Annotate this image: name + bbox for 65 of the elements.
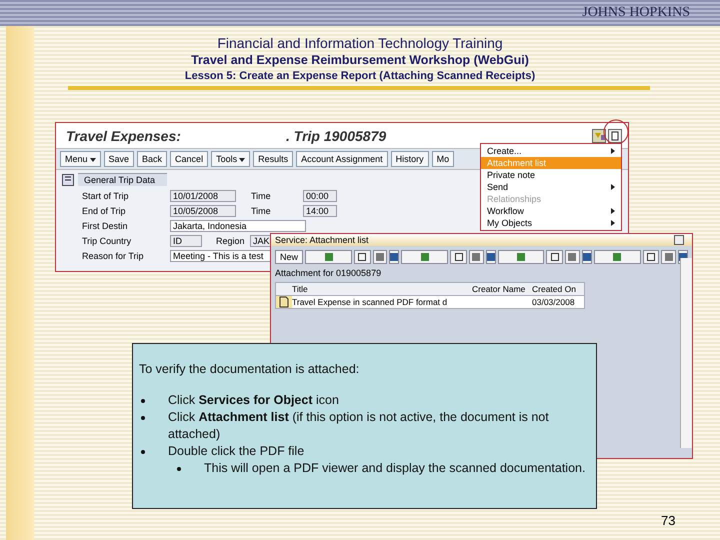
tool-button[interactable] [582,250,592,264]
document-icon [279,296,289,308]
menu-item[interactable]: My Objects [481,217,621,229]
input-field[interactable]: ID [170,234,202,246]
bullet-text: Click Services for Object icon [168,392,339,409]
maximize-button[interactable] [674,235,684,245]
input-field[interactable]: 00:00 [303,190,337,202]
toolbar-button[interactable]: Tools [211,151,250,167]
scrollbar[interactable] [680,258,692,448]
table-cell-text: 03/03/2008 [532,297,576,307]
tool-button[interactable] [486,250,496,264]
bullet-icon [141,450,145,454]
attachment-caption: Attachment for 019005879 [274,267,382,280]
toolbar-button[interactable]: Save [104,151,134,167]
new-button[interactable]: New [275,250,304,264]
toolbar-button[interactable]: Cancel [170,151,208,167]
bullet-icon [141,416,145,420]
section-tab[interactable]: General Trip Data [78,173,168,186]
slide-title: Financial and Information Technology Training [216,35,504,51]
logo-text: JOHNS HOPKINS [582,5,690,21]
bullet-icon [177,466,181,470]
highlight-circle [603,119,629,145]
bullet-icon [141,398,145,402]
bullet-text: This will open a PDF viewer and display the scanned documentation. [204,460,586,477]
input-field[interactable]: 10/01/2008 [170,190,236,202]
column-header[interactable]: Creator Name [472,284,532,294]
toolbar-button[interactable]: Account Assignment [296,151,388,167]
tool-button[interactable] [389,250,400,264]
tool-button[interactable] [642,250,660,264]
lesson-title: Lesson 5: Create an Expense Report (Attaching Scanned Receipts) [184,70,536,82]
field-label: Time [251,206,272,216]
input-field[interactable]: 10/05/2008 [170,204,236,216]
toolbar-button[interactable]: Results [253,151,294,167]
toolbar-button[interactable]: Menu [60,151,101,167]
page-number: 73 [661,513,676,528]
page-icon[interactable] [608,128,622,142]
tool-button[interactable] [450,250,467,264]
field-label: First Destin [82,220,129,230]
menu-item[interactable]: Send [481,181,621,193]
menu-item[interactable]: Private note [481,169,621,181]
field-label: Trip Country [82,236,132,246]
field-label: Time [251,190,272,200]
field-label: Start of Trip [82,190,130,200]
field-label: Region [216,236,246,246]
slide-subtitle: Travel and Expense Reimbursement Workshop (WebGui) [190,53,530,67]
tool-button[interactable] [354,250,371,264]
input-field[interactable]: Jakarta, Indonesia [170,220,306,232]
bullet-text: Double click the PDF file [168,443,304,460]
trip-number: . Trip 19005879 [286,128,386,144]
column-header[interactable]: Title [292,284,472,294]
field-label: Reason for Trip [82,250,145,260]
bullet-text: Click Attachment list (if this option is not active, the document is not attached) [168,409,550,443]
services-icon[interactable] [592,128,606,142]
field-label: End of Trip [82,206,127,216]
toolbar-button[interactable]: History [390,151,429,167]
window-title: Travel Expenses: [66,128,182,144]
column-header[interactable]: Created On [532,284,584,294]
note-text: To verify the documentation is attached: [139,362,360,376]
input-field[interactable]: 14:00 [303,204,337,216]
toolbar-button[interactable]: Back [137,151,168,167]
toolbar-button[interactable]: Mo [432,151,454,167]
table-cell[interactable]: Travel Expense in scanned PDF format d [292,297,472,307]
menu-item[interactable]: Workflow [481,205,621,217]
tool-button[interactable] [546,250,564,264]
collapse-icon[interactable] [62,174,74,186]
